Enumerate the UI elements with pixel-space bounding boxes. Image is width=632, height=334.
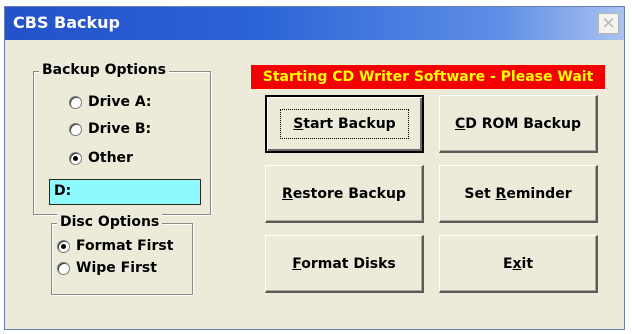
- exit-label: Exit: [502, 255, 534, 272]
- radio-format-first-circle[interactable]: [57, 239, 70, 253]
- start-backup-button[interactable]: Start Backup: [265, 95, 424, 153]
- radio-other-label: Other: [88, 150, 133, 166]
- backup-options-legend: Backup Options: [39, 62, 169, 78]
- radio-other[interactable]: Other: [69, 150, 133, 166]
- radio-wipe-first[interactable]: Wipe First: [57, 260, 157, 276]
- restore-backup-label: Restore Backup: [282, 185, 406, 202]
- cd-rom-backup-button[interactable]: CD ROM Backup: [439, 95, 598, 153]
- radio-format-first-label: Format First: [76, 238, 174, 254]
- format-disks-button[interactable]: Format Disks: [265, 235, 424, 293]
- status-banner: Starting CD Writer Software - Please Wai…: [251, 65, 605, 89]
- radio-drive-a[interactable]: Drive A:: [69, 94, 152, 110]
- radio-wipe-first-circle[interactable]: [57, 261, 70, 275]
- window-title: CBS Backup: [13, 13, 120, 32]
- radio-drive-b-circle[interactable]: [69, 122, 82, 136]
- path-input[interactable]: D:: [49, 179, 201, 205]
- set-reminder-label: Set Reminder: [464, 185, 572, 202]
- radio-drive-a-circle[interactable]: [69, 95, 82, 109]
- close-button[interactable]: ×: [598, 13, 619, 34]
- disc-options-group: [51, 223, 193, 295]
- exit-button[interactable]: Exit: [439, 235, 598, 293]
- radio-drive-a-label: Drive A:: [88, 94, 152, 110]
- start-backup-label: Start Backup: [280, 109, 409, 139]
- restore-backup-button[interactable]: Restore Backup: [265, 165, 424, 223]
- cbs-backup-window: CBS Backup × Backup Options Drive A: Dri…: [4, 6, 625, 330]
- set-reminder-button[interactable]: Set Reminder: [439, 165, 598, 223]
- format-disks-label: Format Disks: [292, 255, 396, 272]
- close-icon: ×: [601, 13, 616, 33]
- cd-rom-backup-label: CD ROM Backup: [455, 115, 581, 132]
- radio-other-circle[interactable]: [69, 151, 82, 165]
- radio-drive-b[interactable]: Drive B:: [69, 121, 151, 137]
- radio-format-first[interactable]: Format First: [57, 238, 173, 254]
- radio-drive-b-label: Drive B:: [88, 121, 152, 137]
- radio-wipe-first-label: Wipe First: [76, 260, 157, 276]
- title-bar[interactable]: CBS Backup ×: [5, 7, 624, 40]
- disc-options-legend: Disc Options: [57, 214, 163, 230]
